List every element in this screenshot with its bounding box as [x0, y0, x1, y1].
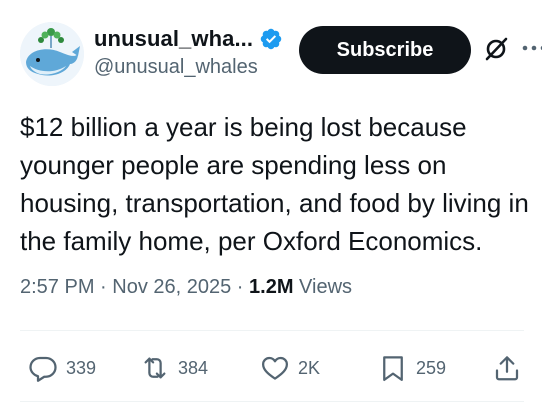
heart-icon [262, 356, 288, 380]
more-icon[interactable] [520, 36, 542, 60]
like-button[interactable]: 2K [260, 346, 320, 390]
tweet-metadata: 2:57 PM · Nov 26, 2025 · 1.2M Views [20, 276, 352, 299]
verified-badge-icon[interactable] [259, 27, 283, 51]
share-button[interactable] [492, 346, 522, 390]
grok-icon[interactable] [483, 36, 509, 62]
tweet-time[interactable]: 2:57 PM [20, 276, 94, 298]
reply-count: 339 [66, 357, 97, 378]
reply-button[interactable]: 339 [28, 346, 96, 390]
like-count: 2K [298, 357, 321, 378]
repost-icon [144, 357, 166, 379]
tweet-text: $12 billion a year is being lost because… [20, 112, 529, 256]
author-handle[interactable]: @unusual_whales [94, 56, 283, 79]
meta-separator: · [231, 276, 250, 298]
repost-count: 384 [178, 357, 209, 378]
author-name-row: unusual_wha... [94, 26, 283, 52]
bookmark-icon [383, 356, 403, 381]
tweet-date[interactable]: Nov 26, 2025 [112, 276, 231, 298]
bookmark-count: 259 [416, 357, 447, 378]
reply-icon [29, 356, 57, 382]
bookmark-button[interactable]: 259 [378, 346, 446, 390]
views-count: 1.2M [249, 276, 294, 298]
author-display-name[interactable]: unusual_wha... [94, 26, 253, 52]
avatar[interactable] [20, 22, 84, 86]
divider [20, 330, 524, 331]
whale-avatar-image [20, 22, 84, 86]
divider [20, 401, 524, 402]
meta-separator: · [94, 276, 113, 298]
subscribe-button[interactable]: Subscribe [299, 26, 471, 74]
author-names: unusual_wha... @unusual_whales [94, 26, 283, 79]
action-bar: 339 384 2K 259 [20, 346, 524, 390]
views-label: Views [293, 276, 353, 298]
tweet-card: unusual_wha... @unusual_whales Subscribe [0, 0, 542, 411]
repost-button[interactable]: 384 [140, 346, 208, 390]
tweet-header: unusual_wha... @unusual_whales Subscribe [20, 22, 542, 86]
share-icon [495, 356, 519, 381]
